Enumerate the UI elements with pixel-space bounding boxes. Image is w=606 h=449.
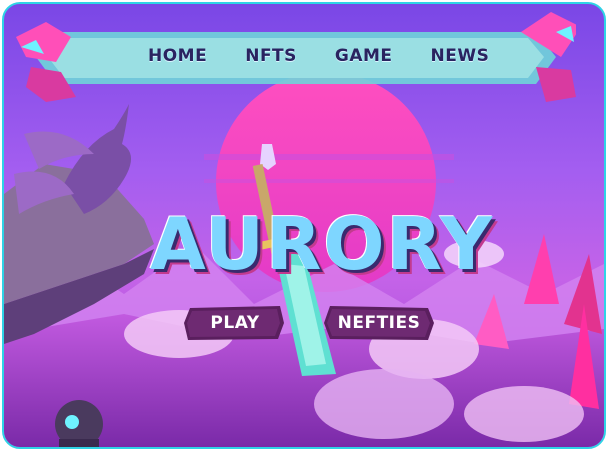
nav-link-news[interactable]: NEWS — [431, 46, 490, 66]
nefties-button[interactable]: NEFTIES — [324, 306, 434, 340]
game-title-logo: AURORY — [150, 202, 495, 286]
creature-icon — [55, 400, 103, 447]
nav-link-home[interactable]: HOME — [148, 46, 207, 66]
nav-link-nfts[interactable]: NFTS — [245, 46, 297, 66]
play-button[interactable]: PLAY — [184, 306, 286, 340]
nav-link-game[interactable]: GAME — [335, 46, 393, 66]
game-hero-frame: HOME NFTS GAME NEWS AURORY PLAY NEFTIES — [2, 2, 606, 449]
play-button-label: PLAY — [210, 313, 260, 333]
top-navigation: HOME NFTS GAME NEWS — [16, 12, 576, 102]
nefties-button-label: NEFTIES — [337, 313, 421, 333]
